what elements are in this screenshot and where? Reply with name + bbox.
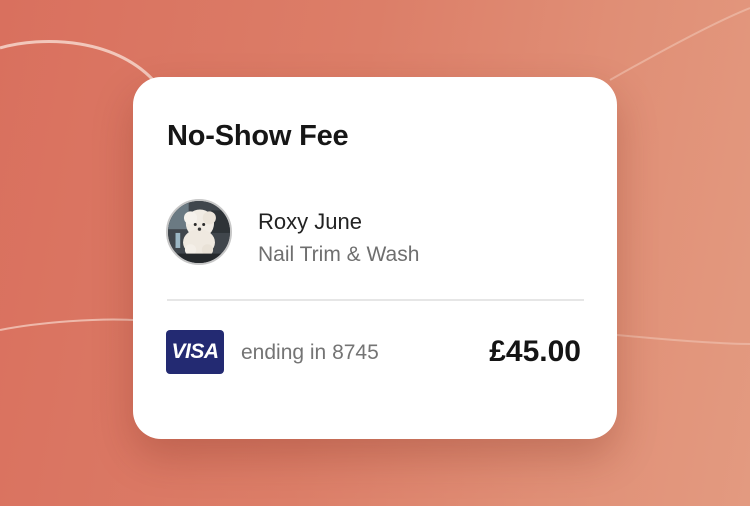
fee-amount: £45.00 xyxy=(489,335,581,368)
divider xyxy=(167,299,584,301)
card-title: No-Show Fee xyxy=(167,120,349,152)
client-name: Roxy June xyxy=(258,209,362,234)
visa-card-icon: VISA xyxy=(166,330,224,374)
dog-avatar-icon xyxy=(166,199,232,265)
card-ending-text: ending in 8745 xyxy=(241,341,379,364)
service-name: Nail Trim & Wash xyxy=(258,243,420,266)
no-show-fee-card: No-Show Fee Roxy June Nail Trim & Wash V… xyxy=(133,77,617,439)
